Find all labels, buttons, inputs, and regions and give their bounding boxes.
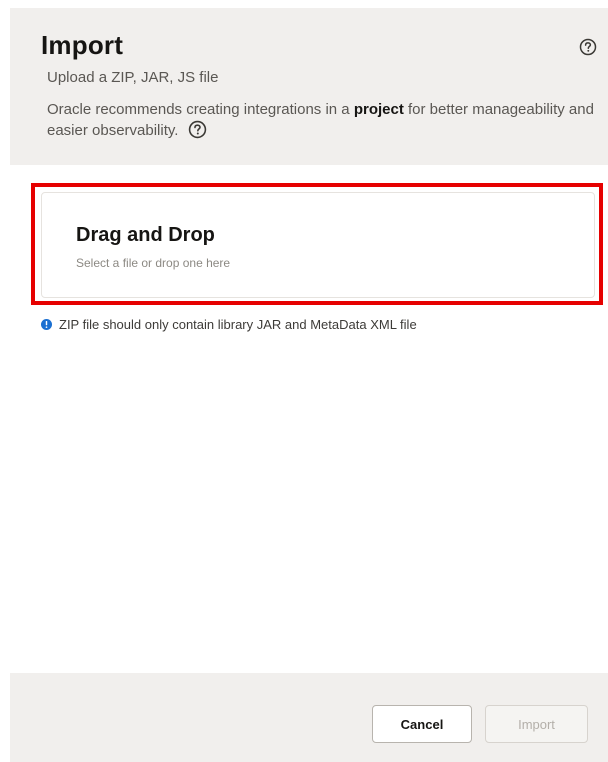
help-icon[interactable] xyxy=(579,38,597,56)
info-text: ZIP file should only contain library JAR… xyxy=(59,317,417,332)
dialog-header: Import Upload a ZIP, JAR, JS file Oracle… xyxy=(10,8,608,165)
project-link[interactable]: project xyxy=(354,101,404,118)
info-icon xyxy=(41,319,52,330)
question-circle-icon xyxy=(189,120,207,139)
file-dropzone[interactable]: Drag and Drop Select a file or drop one … xyxy=(41,192,595,298)
info-message: ZIP file should only contain library JAR… xyxy=(41,317,417,332)
dialog-title: Import xyxy=(41,30,124,60)
dropzone-hint: Select a file or drop one here xyxy=(76,256,231,270)
import-button[interactable]: Import xyxy=(485,705,588,743)
import-dialog: Import Upload a ZIP, JAR, JS file Oracle… xyxy=(0,0,608,762)
dialog-subtitle: Upload a ZIP, JAR, JS file xyxy=(47,69,219,86)
dialog-footer: Cancel Import xyxy=(10,673,608,762)
recommendation-text: Oracle recommends creating integrations … xyxy=(47,100,603,141)
recommend-help-icon[interactable] xyxy=(188,120,207,139)
recommend-text-start: Oracle recommends creating integrations … xyxy=(47,101,354,118)
cancel-button[interactable]: Cancel xyxy=(372,705,472,743)
question-circle-icon xyxy=(579,38,597,56)
dropzone-title: Drag and Drop xyxy=(76,224,215,246)
